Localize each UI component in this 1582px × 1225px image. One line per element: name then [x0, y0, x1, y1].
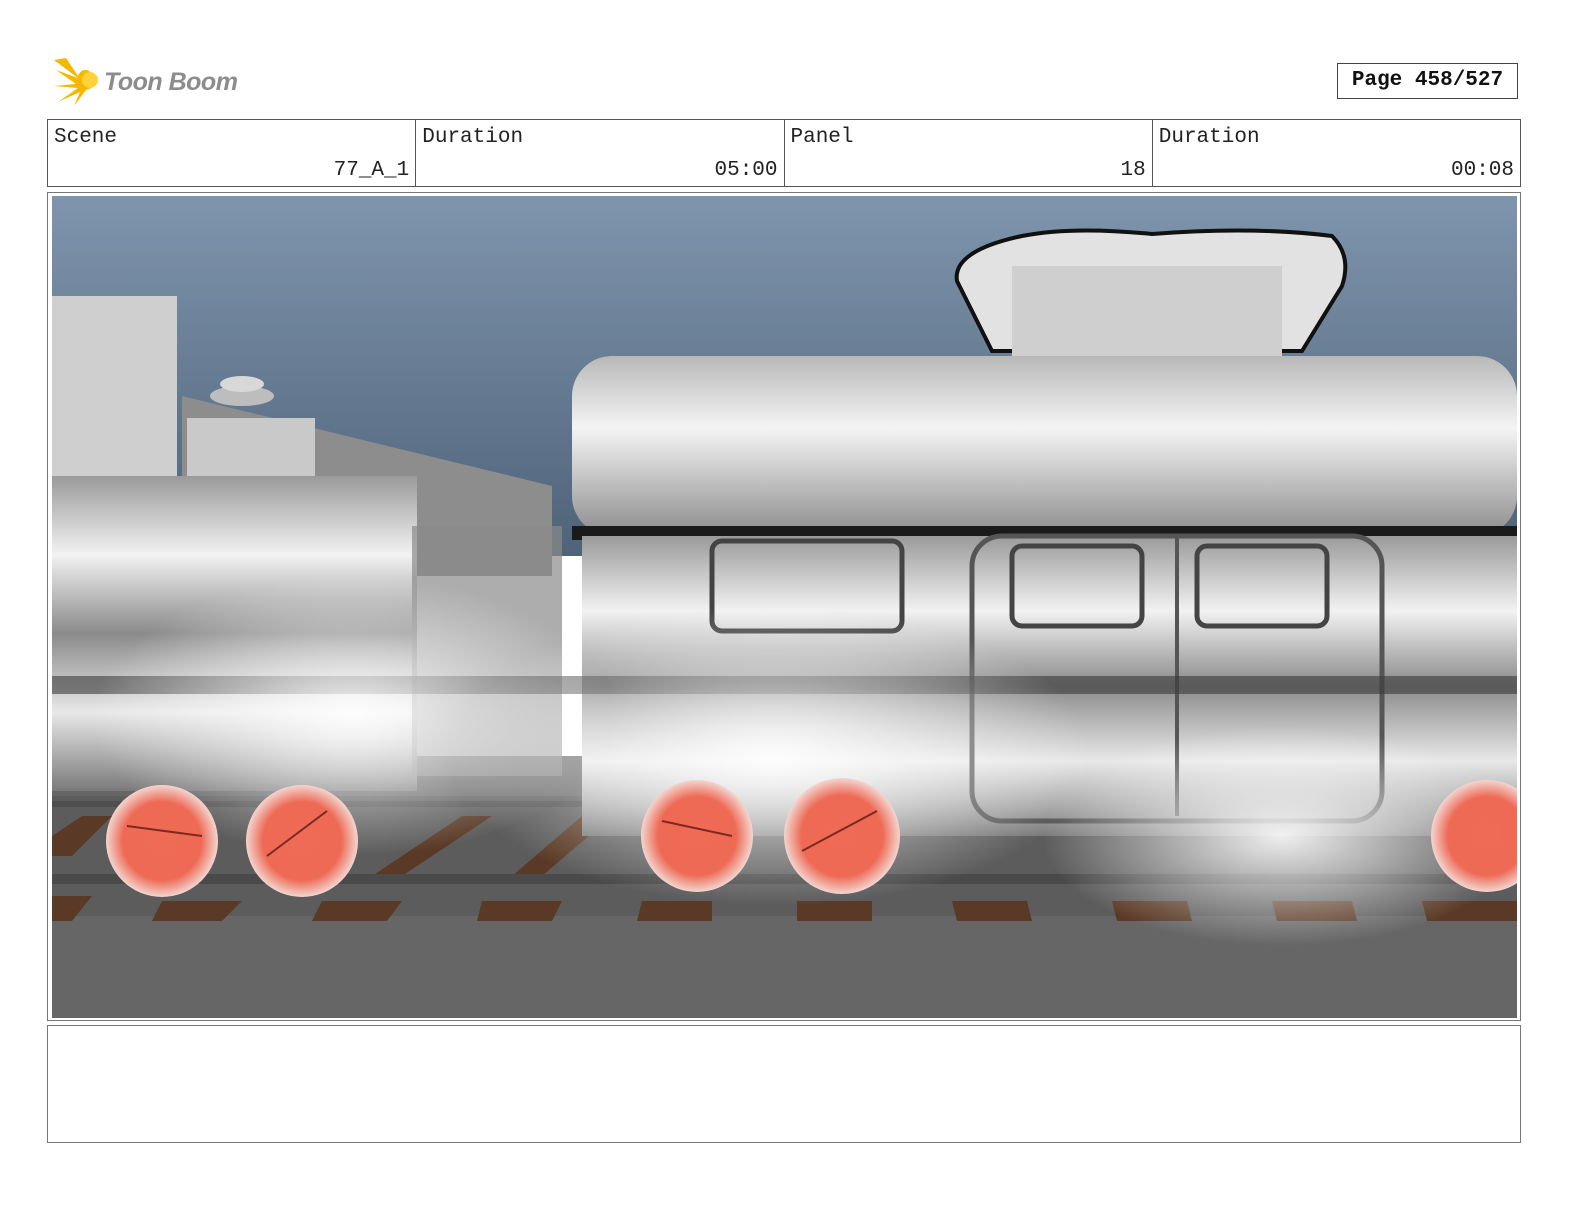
page-number: Page 458/527 [1337, 63, 1518, 99]
toon-boom-logo: Toon Boom [52, 56, 252, 108]
header-table: Scene 77_A_1 Duration 05:00 Panel 18 Dur… [47, 119, 1521, 187]
scene-duration-label: Duration [422, 126, 524, 149]
scene-duration-cell: Duration 05:00 [416, 120, 785, 186]
scene-cell: Scene 77_A_1 [48, 120, 417, 186]
logo-text: Toon Boom [104, 68, 238, 96]
scene-duration-value: 05:00 [714, 159, 778, 182]
scene-value: 77_A_1 [333, 159, 410, 182]
panel-image [52, 196, 1517, 1018]
panel-duration-value: 00:08 [1450, 159, 1514, 182]
panel-duration-cell: Duration 00:08 [1153, 120, 1520, 186]
panel-value: 18 [1120, 159, 1146, 182]
toon-boom-star-icon [54, 58, 98, 106]
panel-label: Panel [790, 126, 854, 149]
panel-notes [47, 1025, 1521, 1143]
steam-train-illustration [52, 196, 1517, 1018]
scene-label: Scene [54, 126, 118, 149]
panel-duration-label: Duration [1158, 126, 1260, 149]
panel-cell: Panel 18 [785, 120, 1153, 186]
